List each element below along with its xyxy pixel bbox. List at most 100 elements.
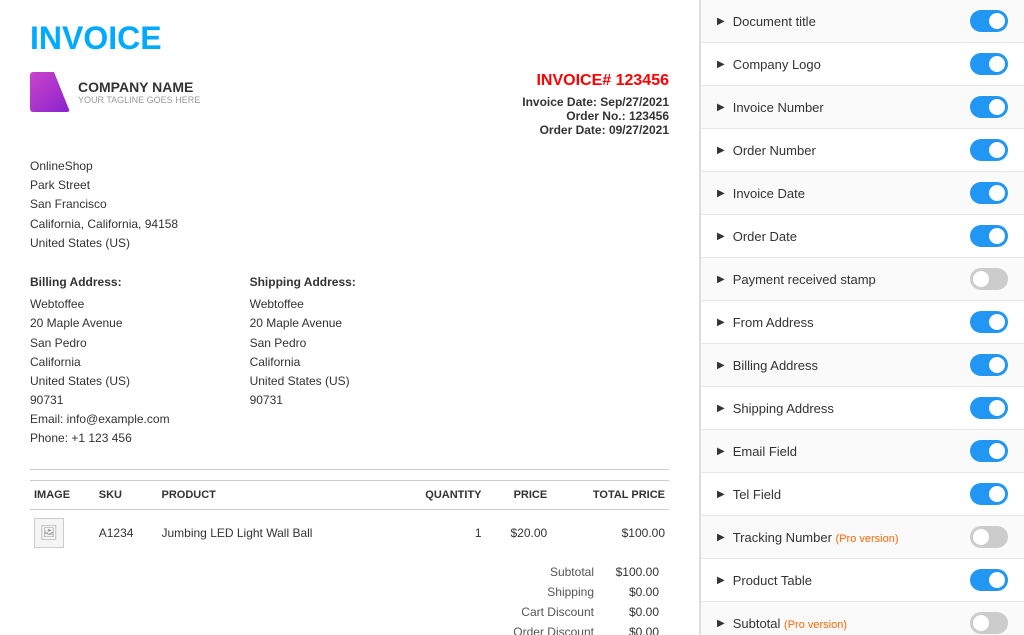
expand-arrow-icon[interactable]: ▶ (717, 489, 725, 500)
row-price: $20.00 (486, 509, 552, 556)
sender-name: OnlineShop (30, 157, 669, 176)
toggle-company-logo[interactable] (970, 53, 1008, 75)
logo-icon-shape (30, 72, 70, 112)
toggle-order-number[interactable] (970, 139, 1008, 161)
toggle-slider (970, 311, 1008, 333)
settings-label: Invoice Date (733, 186, 805, 201)
order-discount-value: $0.00 (604, 623, 667, 635)
sender-address1: Park Street (30, 176, 669, 195)
settings-label: Tel Field (733, 487, 781, 502)
settings-item-left: ▶ Subtotal (Pro version) (717, 616, 847, 631)
sender-city: San Francisco (30, 195, 669, 214)
settings-item-payment-received: ▶Payment received stamp (701, 258, 1024, 301)
settings-label: Document title (733, 14, 816, 29)
toggle-slider (970, 96, 1008, 118)
toggle-product-table[interactable] (970, 569, 1008, 591)
expand-arrow-icon[interactable]: ▶ (717, 317, 725, 328)
billing-title: Billing Address: (30, 273, 170, 292)
settings-item-subtotal-pro: ▶ Subtotal (Pro version) (701, 602, 1024, 635)
company-tagline: YOUR TAGLINE GOES HERE (78, 95, 200, 105)
settings-item-left: ▶Billing Address (717, 358, 818, 373)
company-logo: COMPANY NAME YOUR TAGLINE GOES HERE (30, 72, 200, 112)
settings-label: Invoice Number (733, 100, 824, 115)
settings-item-tel-field: ▶ Tel Field (701, 473, 1024, 516)
totals-table: Subtotal $100.00 Shipping $0.00 Cart Dis… (503, 561, 669, 635)
invoice-panel: INVOICE COMPANY NAME YOUR TAGLINE GOES H… (0, 0, 700, 635)
settings-item-left: ▶ Document title (717, 14, 816, 29)
col-product: PRODUCT (158, 480, 392, 509)
settings-item-tracking-number: ▶Tracking Number (Pro version) (701, 516, 1024, 559)
toggle-tel-field[interactable] (970, 483, 1008, 505)
expand-arrow-icon[interactable]: ▶ (717, 360, 725, 371)
settings-item-product-table: ▶ Product Table (701, 559, 1024, 602)
toggle-email-field[interactable] (970, 440, 1008, 462)
expand-arrow-icon[interactable]: ▶ (717, 274, 725, 285)
expand-arrow-icon[interactable]: ▶ (717, 403, 725, 414)
col-image: IMAGE (30, 480, 95, 509)
cart-discount-row: Cart Discount $0.00 (505, 603, 667, 621)
settings-label: Email Field (733, 444, 797, 459)
settings-item-left: ▶ Company Logo (717, 57, 821, 72)
expand-arrow-icon[interactable]: ▶ (717, 532, 725, 543)
invoice-title: INVOICE (30, 20, 669, 57)
row-total: $100.00 (551, 509, 669, 556)
invoice-number-block: INVOICE# 123456 Invoice Date: Sep/27/202… (522, 72, 669, 137)
toggle-shipping-address[interactable] (970, 397, 1008, 419)
toggle-order-date[interactable] (970, 225, 1008, 247)
settings-item-left: ▶ Product Table (717, 573, 812, 588)
toggle-payment-received[interactable] (970, 268, 1008, 290)
toggle-from-address[interactable] (970, 311, 1008, 333)
invoice-header: COMPANY NAME YOUR TAGLINE GOES HERE INVO… (30, 72, 669, 137)
invoice-meta: Invoice Date: Sep/27/2021 Order No.: 123… (522, 95, 669, 137)
col-total-price: TOTAL PRICE (551, 480, 669, 509)
addresses-block: Billing Address: Webtoffee 20 Maple Aven… (30, 273, 669, 449)
expand-arrow-icon[interactable]: ▶ (717, 618, 725, 629)
expand-arrow-icon[interactable]: ▶ (717, 188, 725, 199)
expand-arrow-icon[interactable]: ▶ (717, 145, 725, 156)
sender-state-zip: California, California, 94158 (30, 215, 669, 234)
settings-item-left: ▶Tracking Number (Pro version) (717, 530, 899, 545)
toggle-slider (970, 354, 1008, 376)
settings-panel: ▶ Document title ▶ Company Logo ▶ Invoice Num… (700, 0, 1024, 635)
settings-item-left: ▶Payment received stamp (717, 272, 876, 287)
expand-arrow-icon[interactable]: ▶ (717, 446, 725, 457)
expand-arrow-icon[interactable]: ▶ (717, 102, 725, 113)
expand-arrow-icon[interactable]: ▶ (717, 575, 725, 586)
settings-label: Company Logo (733, 57, 821, 72)
settings-item-left: ▶ Email Field (717, 444, 797, 459)
settings-item-left: ▶Order Number (717, 143, 816, 158)
product-image-placeholder: 🖼 (34, 518, 64, 548)
shipping-address-block: Shipping Address: Webtoffee 20 Maple Ave… (250, 273, 356, 449)
sender-country: United States (US) (30, 234, 669, 253)
toggle-subtotal-pro[interactable] (970, 612, 1008, 634)
settings-label: Product Table (733, 573, 812, 588)
order-discount-label: Order Discount (505, 623, 602, 635)
toggle-slider (970, 440, 1008, 462)
settings-item-email-field: ▶ Email Field (701, 430, 1024, 473)
settings-label: Shipping Address (733, 401, 834, 416)
col-price: PRICE (486, 480, 552, 509)
settings-label: Subtotal (Pro version) (733, 616, 847, 631)
toggle-document-title[interactable] (970, 10, 1008, 32)
toggle-tracking-number[interactable] (970, 526, 1008, 548)
expand-arrow-icon[interactable]: ▶ (717, 59, 725, 70)
settings-item-from-address: ▶From Address (701, 301, 1024, 344)
col-sku: SKU (95, 480, 158, 509)
sender-block: OnlineShop Park Street San Francisco Cal… (30, 157, 669, 253)
toggle-billing-address[interactable] (970, 354, 1008, 376)
expand-arrow-icon[interactable]: ▶ (717, 16, 725, 27)
invoice-number-display: INVOICE# 123456 (522, 72, 669, 90)
cart-discount-label: Cart Discount (505, 603, 602, 621)
settings-item-company-logo: ▶ Company Logo (701, 43, 1024, 86)
billing-address-block: Billing Address: Webtoffee 20 Maple Aven… (30, 273, 170, 449)
table-divider-top (30, 469, 669, 470)
settings-item-left: ▶ Tel Field (717, 487, 781, 502)
company-name-block: COMPANY NAME YOUR TAGLINE GOES HERE (78, 79, 200, 105)
shipping-title: Shipping Address: (250, 273, 356, 292)
settings-item-order-number: ▶Order Number (701, 129, 1024, 172)
toggle-invoice-date[interactable] (970, 182, 1008, 204)
order-discount-row: Order Discount $0.00 (505, 623, 667, 635)
toggle-invoice-number[interactable] (970, 96, 1008, 118)
table-row: 🖼 A1234 Jumbing LED Light Wall Ball 1 $2… (30, 509, 669, 556)
expand-arrow-icon[interactable]: ▶ (717, 231, 725, 242)
